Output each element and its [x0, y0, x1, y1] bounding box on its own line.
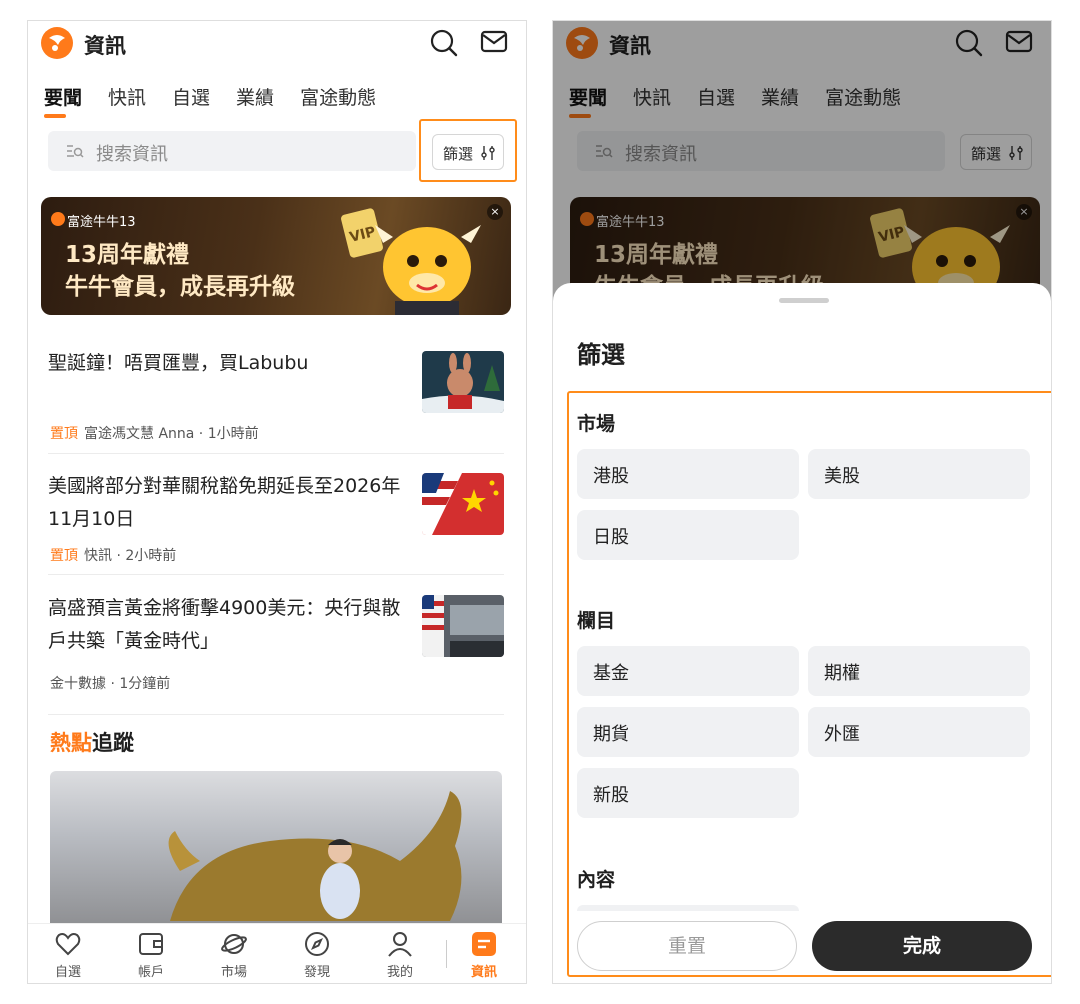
- cow-mascot-icon: VIP: [341, 208, 481, 315]
- sheet-highlight-box: [567, 391, 1051, 977]
- gold-bull-image-icon: [168, 791, 462, 921]
- page-title: 資訊: [84, 34, 126, 58]
- nav-discover[interactable]: 發現: [287, 930, 347, 980]
- tab-futu-news[interactable]: 富途動態: [300, 83, 376, 113]
- hot-topics-rest: 追蹤: [92, 731, 134, 755]
- sheet-drag-handle[interactable]: [779, 298, 829, 303]
- nav-label: 我的: [386, 965, 413, 980]
- tab-watchlist[interactable]: 自選: [172, 83, 210, 113]
- nav-label: 發現: [303, 965, 330, 980]
- news-icon: [472, 932, 496, 956]
- divider: [48, 574, 504, 575]
- hot-topics-accent: 熱點: [50, 731, 92, 755]
- wallet-icon: [139, 933, 163, 955]
- banner-subheadline: 牛牛會員，成長再升級: [65, 274, 295, 300]
- divider: [48, 714, 504, 715]
- search-input[interactable]: 搜索資訊: [48, 131, 416, 171]
- divider: [48, 453, 504, 454]
- flags-thumbnail: [422, 473, 504, 535]
- news-tabs: 要聞 快訊 自選 業績 富途動態: [44, 83, 376, 118]
- news-item[interactable]: 聖誕鐘！唔買匯豐，買Labubu 置頂 富途馮文慧 Anna · 1小時前: [48, 347, 504, 442]
- banner-brand: 富途牛牛13: [67, 215, 136, 230]
- news-meta: 置頂 富途馮文慧 Anna · 1小時前: [50, 423, 259, 443]
- bottom-nav: 自選 帳戶 市場 發現 我的 資訊: [28, 923, 526, 983]
- pinned-badge: 置頂: [50, 548, 78, 564]
- news-screen: 資訊 要聞 快訊 自選 業績 富途動態 搜索資訊 篩選 富途牛牛13 13周年獻…: [27, 20, 527, 984]
- planet-icon: [221, 934, 247, 954]
- hot-topic-image[interactable]: [50, 771, 502, 931]
- news-title: 美國將部分對華關稅豁免期延長至2026年11月10日: [48, 475, 401, 530]
- promo-banner[interactable]: 富途牛牛13 13周年獻禮 牛牛會員，成長再升級 VIP ×: [41, 197, 511, 315]
- news-source-time: 快訊 · 2小時前: [84, 548, 177, 564]
- app-header: 資訊: [28, 21, 526, 73]
- nav-market[interactable]: 市場: [204, 930, 264, 980]
- news-title: 聖誕鐘！唔買匯豐，買Labubu: [48, 352, 309, 374]
- news-source-time: 金十數據 · 1分鐘前: [50, 676, 171, 692]
- compass-icon: [305, 932, 329, 956]
- news-source-time: 富途馮文慧 Anna · 1小時前: [84, 426, 259, 442]
- nav-account[interactable]: 帳戶: [121, 930, 181, 980]
- pinned-badge: 置頂: [50, 426, 78, 442]
- news-screen-filter-open: 資訊 要聞 快訊 自選 業績 富途動態 搜索資訊 篩選 富途牛牛13 13周年獻…: [552, 20, 1052, 984]
- nav-label: 自選: [54, 965, 81, 980]
- nav-news[interactable]: 資訊: [454, 930, 514, 980]
- banner-headline: 13周年獻禮: [65, 242, 190, 268]
- labubu-thumbnail: [422, 351, 504, 413]
- futu-logo-icon: [41, 27, 73, 59]
- news-item[interactable]: 高盛預言黃金將衝擊4900美元：央行與散戶共築「黃金時代」 金十數據 · 1分鐘…: [48, 592, 504, 692]
- tab-headlines[interactable]: 要聞: [44, 83, 82, 118]
- person-icon: [388, 932, 412, 957]
- search-icon[interactable]: [430, 29, 458, 57]
- search-placeholder: 搜索資訊: [96, 144, 168, 165]
- nav-me[interactable]: 我的: [370, 930, 430, 980]
- heart-icon: [55, 933, 81, 956]
- tab-earnings[interactable]: 業績: [236, 83, 274, 113]
- list-search-icon: [67, 145, 84, 158]
- tab-flash[interactable]: 快訊: [108, 83, 146, 113]
- news-meta: 置頂 快訊 · 2小時前: [50, 545, 176, 565]
- nav-watchlist[interactable]: 自選: [38, 930, 98, 980]
- banner-close-button[interactable]: ×: [487, 204, 503, 220]
- nav-label: 市場: [220, 965, 247, 980]
- filter-sheet-title: 篩選: [577, 341, 625, 369]
- news-meta: 金十數據 · 1分鐘前: [50, 673, 170, 693]
- news-title: 高盛預言黃金將衝擊4900美元：央行與散戶共築「黃金時代」: [48, 597, 401, 652]
- mail-icon[interactable]: [480, 30, 508, 54]
- nav-separator: [446, 940, 447, 968]
- news-item[interactable]: 美國將部分對華關稅豁免期延長至2026年11月10日 置頂 快訊 · 2小時前: [48, 470, 504, 564]
- nav-label: 帳戶: [137, 965, 164, 980]
- goldman-thumbnail: [422, 595, 504, 657]
- hot-topics-heading: 熱點追蹤: [50, 727, 134, 757]
- filter-highlight-box: [419, 119, 517, 182]
- brand-logo-icon: [51, 212, 65, 226]
- nav-label: 資訊: [470, 965, 497, 980]
